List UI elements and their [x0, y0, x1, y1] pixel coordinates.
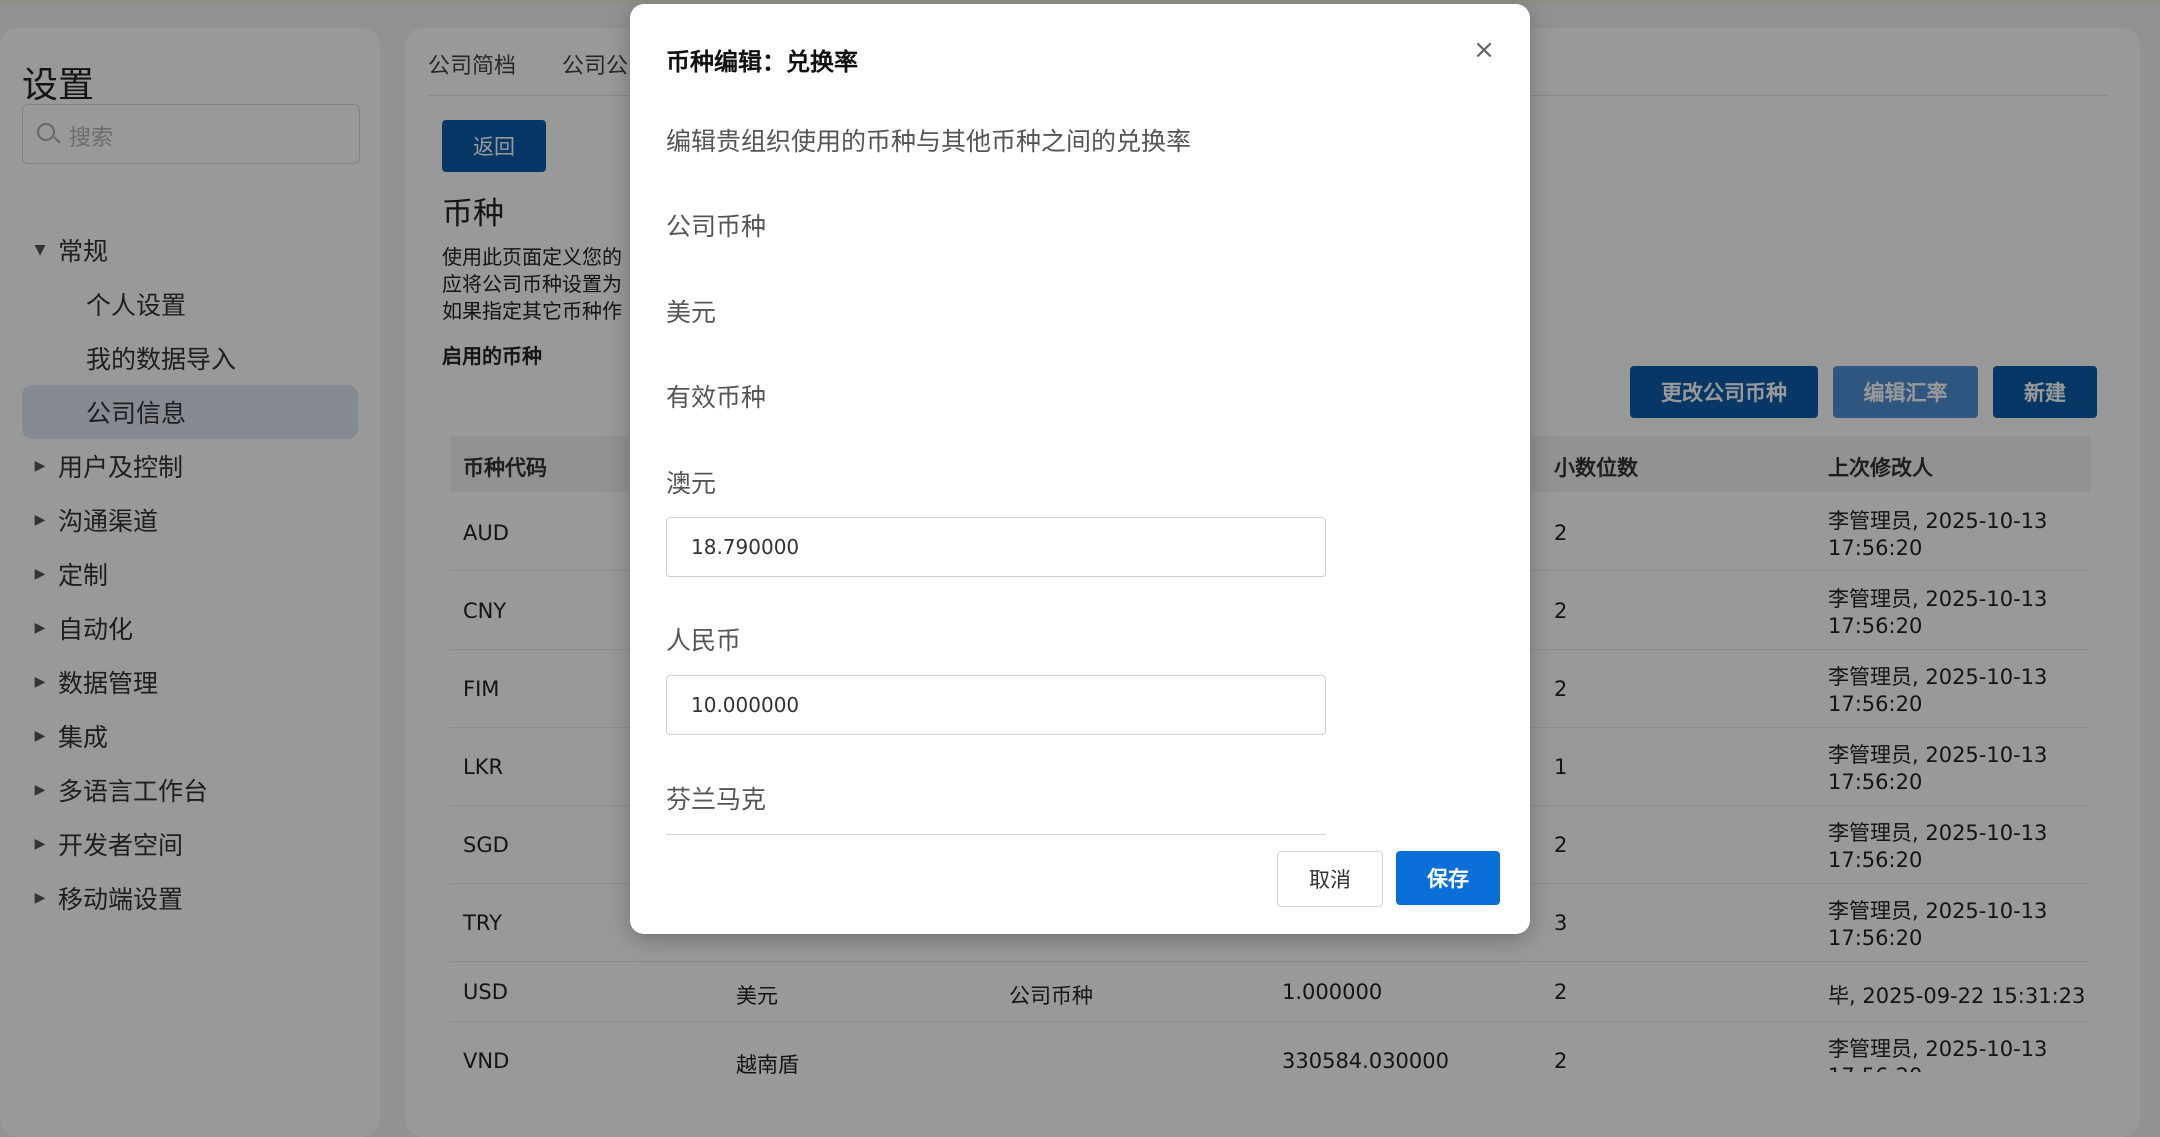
aud-label: 澳元	[666, 469, 717, 498]
save-button[interactable]: 保存	[1396, 851, 1500, 905]
exchange-rate-dialog: 币种编辑：兑换率 × 编辑贵组织使用的币种与其他币种之间的兑换率 公司币种 美元…	[630, 4, 1530, 934]
active-currencies-label: 有效币种	[666, 383, 767, 412]
cny-label: 人民币	[666, 626, 742, 655]
dialog-title: 币种编辑：兑换率	[666, 48, 858, 76]
fim-label: 芬兰马克	[666, 785, 767, 814]
cny-rate-input[interactable]	[667, 676, 1325, 734]
dialog-description: 编辑贵组织使用的币种与其他币种之间的兑换率	[666, 127, 1192, 156]
scroll-edge	[666, 834, 1326, 835]
corp-currency-label: 公司币种	[666, 212, 767, 241]
aud-rate-input[interactable]	[667, 518, 1325, 576]
aud-rate-field[interactable]	[666, 517, 1326, 577]
corp-currency-value: 美元	[666, 298, 717, 327]
close-icon[interactable]: ×	[1468, 34, 1500, 66]
cny-rate-field[interactable]	[666, 675, 1326, 735]
cancel-button[interactable]: 取消	[1277, 851, 1383, 907]
